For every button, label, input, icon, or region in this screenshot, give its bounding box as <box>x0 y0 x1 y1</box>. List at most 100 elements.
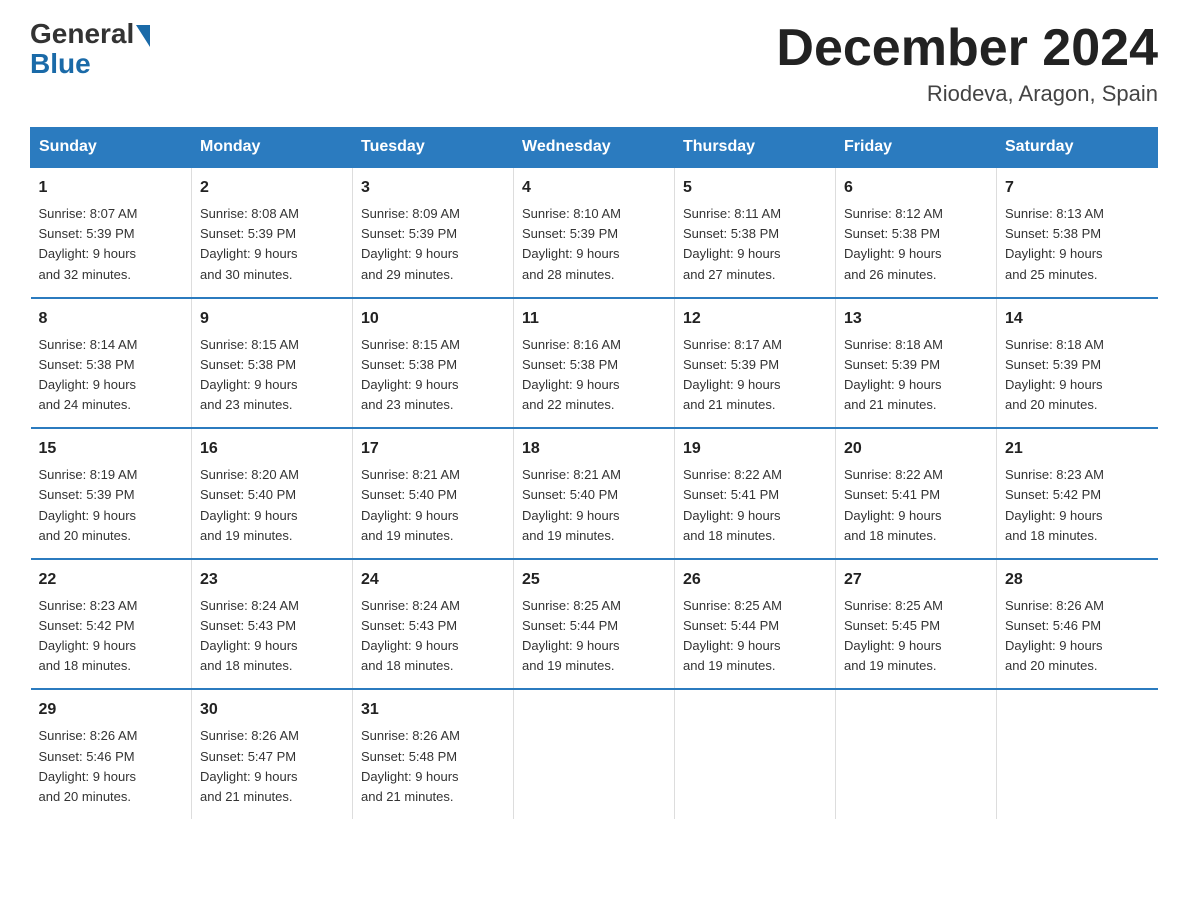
calendar-day-cell: 9 Sunrise: 8:15 AMSunset: 5:38 PMDayligh… <box>192 298 353 429</box>
logo-blue-text: Blue <box>30 48 91 79</box>
day-number: 23 <box>200 568 344 592</box>
calendar-week-row: 15 Sunrise: 8:19 AMSunset: 5:39 PMDaylig… <box>31 428 1158 559</box>
day-info: Sunrise: 8:16 AMSunset: 5:38 PMDaylight:… <box>522 337 621 412</box>
calendar-day-cell: 10 Sunrise: 8:15 AMSunset: 5:38 PMDaylig… <box>353 298 514 429</box>
day-number: 19 <box>683 437 827 461</box>
day-of-week-header: Saturday <box>997 128 1158 168</box>
day-info: Sunrise: 8:24 AMSunset: 5:43 PMDaylight:… <box>200 598 299 673</box>
day-info: Sunrise: 8:26 AMSunset: 5:47 PMDaylight:… <box>200 728 299 803</box>
calendar-day-cell: 4 Sunrise: 8:10 AMSunset: 5:39 PMDayligh… <box>514 167 675 298</box>
day-info: Sunrise: 8:26 AMSunset: 5:46 PMDaylight:… <box>39 728 138 803</box>
calendar-day-cell: 16 Sunrise: 8:20 AMSunset: 5:40 PMDaylig… <box>192 428 353 559</box>
calendar-day-cell: 26 Sunrise: 8:25 AMSunset: 5:44 PMDaylig… <box>675 559 836 690</box>
day-info: Sunrise: 8:08 AMSunset: 5:39 PMDaylight:… <box>200 206 299 281</box>
day-number: 13 <box>844 307 988 331</box>
day-number: 3 <box>361 176 505 200</box>
logo-general-text: General <box>30 20 134 48</box>
day-info: Sunrise: 8:23 AMSunset: 5:42 PMDaylight:… <box>1005 467 1104 542</box>
day-number: 25 <box>522 568 666 592</box>
calendar-day-cell <box>514 689 675 819</box>
calendar-week-row: 8 Sunrise: 8:14 AMSunset: 5:38 PMDayligh… <box>31 298 1158 429</box>
day-info: Sunrise: 8:25 AMSunset: 5:44 PMDaylight:… <box>683 598 782 673</box>
calendar-day-cell: 22 Sunrise: 8:23 AMSunset: 5:42 PMDaylig… <box>31 559 192 690</box>
day-info: Sunrise: 8:25 AMSunset: 5:45 PMDaylight:… <box>844 598 943 673</box>
day-number: 21 <box>1005 437 1150 461</box>
calendar-day-cell <box>836 689 997 819</box>
day-number: 12 <box>683 307 827 331</box>
day-info: Sunrise: 8:26 AMSunset: 5:48 PMDaylight:… <box>361 728 460 803</box>
calendar-table: SundayMondayTuesdayWednesdayThursdayFrid… <box>30 127 1158 819</box>
day-info: Sunrise: 8:24 AMSunset: 5:43 PMDaylight:… <box>361 598 460 673</box>
logo-triangle-icon <box>136 25 150 47</box>
calendar-day-cell: 8 Sunrise: 8:14 AMSunset: 5:38 PMDayligh… <box>31 298 192 429</box>
day-number: 7 <box>1005 176 1150 200</box>
calendar-day-cell: 11 Sunrise: 8:16 AMSunset: 5:38 PMDaylig… <box>514 298 675 429</box>
day-number: 26 <box>683 568 827 592</box>
day-info: Sunrise: 8:25 AMSunset: 5:44 PMDaylight:… <box>522 598 621 673</box>
day-number: 4 <box>522 176 666 200</box>
calendar-day-cell: 25 Sunrise: 8:25 AMSunset: 5:44 PMDaylig… <box>514 559 675 690</box>
calendar-day-cell: 1 Sunrise: 8:07 AMSunset: 5:39 PMDayligh… <box>31 167 192 298</box>
day-number: 14 <box>1005 307 1150 331</box>
day-info: Sunrise: 8:23 AMSunset: 5:42 PMDaylight:… <box>39 598 138 673</box>
day-number: 24 <box>361 568 505 592</box>
day-number: 6 <box>844 176 988 200</box>
calendar-day-cell: 13 Sunrise: 8:18 AMSunset: 5:39 PMDaylig… <box>836 298 997 429</box>
calendar-day-cell <box>675 689 836 819</box>
calendar-day-cell: 15 Sunrise: 8:19 AMSunset: 5:39 PMDaylig… <box>31 428 192 559</box>
calendar-day-cell: 31 Sunrise: 8:26 AMSunset: 5:48 PMDaylig… <box>353 689 514 819</box>
calendar-day-cell: 12 Sunrise: 8:17 AMSunset: 5:39 PMDaylig… <box>675 298 836 429</box>
day-number: 5 <box>683 176 827 200</box>
calendar-day-cell: 5 Sunrise: 8:11 AMSunset: 5:38 PMDayligh… <box>675 167 836 298</box>
day-info: Sunrise: 8:26 AMSunset: 5:46 PMDaylight:… <box>1005 598 1104 673</box>
day-info: Sunrise: 8:15 AMSunset: 5:38 PMDaylight:… <box>200 337 299 412</box>
day-of-week-header: Friday <box>836 128 997 168</box>
calendar-week-row: 22 Sunrise: 8:23 AMSunset: 5:42 PMDaylig… <box>31 559 1158 690</box>
day-info: Sunrise: 8:07 AMSunset: 5:39 PMDaylight:… <box>39 206 138 281</box>
calendar-day-cell: 28 Sunrise: 8:26 AMSunset: 5:46 PMDaylig… <box>997 559 1158 690</box>
calendar-day-cell: 6 Sunrise: 8:12 AMSunset: 5:38 PMDayligh… <box>836 167 997 298</box>
day-number: 20 <box>844 437 988 461</box>
day-info: Sunrise: 8:15 AMSunset: 5:38 PMDaylight:… <box>361 337 460 412</box>
day-info: Sunrise: 8:21 AMSunset: 5:40 PMDaylight:… <box>361 467 460 542</box>
day-number: 8 <box>39 307 184 331</box>
calendar-day-cell: 2 Sunrise: 8:08 AMSunset: 5:39 PMDayligh… <box>192 167 353 298</box>
day-of-week-header: Tuesday <box>353 128 514 168</box>
day-number: 22 <box>39 568 184 592</box>
day-number: 2 <box>200 176 344 200</box>
calendar-day-cell: 3 Sunrise: 8:09 AMSunset: 5:39 PMDayligh… <box>353 167 514 298</box>
day-of-week-header: Wednesday <box>514 128 675 168</box>
title-area: December 2024 Riodeva, Aragon, Spain <box>776 20 1158 107</box>
day-number: 18 <box>522 437 666 461</box>
calendar-day-cell: 14 Sunrise: 8:18 AMSunset: 5:39 PMDaylig… <box>997 298 1158 429</box>
day-number: 9 <box>200 307 344 331</box>
day-number: 11 <box>522 307 666 331</box>
day-info: Sunrise: 8:10 AMSunset: 5:39 PMDaylight:… <box>522 206 621 281</box>
calendar-day-cell: 30 Sunrise: 8:26 AMSunset: 5:47 PMDaylig… <box>192 689 353 819</box>
calendar-day-cell: 19 Sunrise: 8:22 AMSunset: 5:41 PMDaylig… <box>675 428 836 559</box>
calendar-day-cell: 29 Sunrise: 8:26 AMSunset: 5:46 PMDaylig… <box>31 689 192 819</box>
day-info: Sunrise: 8:13 AMSunset: 5:38 PMDaylight:… <box>1005 206 1104 281</box>
day-info: Sunrise: 8:17 AMSunset: 5:39 PMDaylight:… <box>683 337 782 412</box>
calendar-day-cell: 17 Sunrise: 8:21 AMSunset: 5:40 PMDaylig… <box>353 428 514 559</box>
day-of-week-header: Sunday <box>31 128 192 168</box>
day-info: Sunrise: 8:18 AMSunset: 5:39 PMDaylight:… <box>1005 337 1104 412</box>
calendar-day-cell: 7 Sunrise: 8:13 AMSunset: 5:38 PMDayligh… <box>997 167 1158 298</box>
day-info: Sunrise: 8:19 AMSunset: 5:39 PMDaylight:… <box>39 467 138 542</box>
day-of-week-header: Monday <box>192 128 353 168</box>
day-info: Sunrise: 8:12 AMSunset: 5:38 PMDaylight:… <box>844 206 943 281</box>
calendar-header-row: SundayMondayTuesdayWednesdayThursdayFrid… <box>31 128 1158 168</box>
day-info: Sunrise: 8:18 AMSunset: 5:39 PMDaylight:… <box>844 337 943 412</box>
day-info: Sunrise: 8:20 AMSunset: 5:40 PMDaylight:… <box>200 467 299 542</box>
day-of-week-header: Thursday <box>675 128 836 168</box>
day-info: Sunrise: 8:21 AMSunset: 5:40 PMDaylight:… <box>522 467 621 542</box>
calendar-day-cell: 21 Sunrise: 8:23 AMSunset: 5:42 PMDaylig… <box>997 428 1158 559</box>
day-info: Sunrise: 8:14 AMSunset: 5:38 PMDaylight:… <box>39 337 138 412</box>
day-number: 17 <box>361 437 505 461</box>
calendar-week-row: 1 Sunrise: 8:07 AMSunset: 5:39 PMDayligh… <box>31 167 1158 298</box>
calendar-day-cell: 24 Sunrise: 8:24 AMSunset: 5:43 PMDaylig… <box>353 559 514 690</box>
calendar-day-cell: 20 Sunrise: 8:22 AMSunset: 5:41 PMDaylig… <box>836 428 997 559</box>
month-year-title: December 2024 <box>776 20 1158 77</box>
calendar-day-cell: 18 Sunrise: 8:21 AMSunset: 5:40 PMDaylig… <box>514 428 675 559</box>
day-number: 1 <box>39 176 184 200</box>
